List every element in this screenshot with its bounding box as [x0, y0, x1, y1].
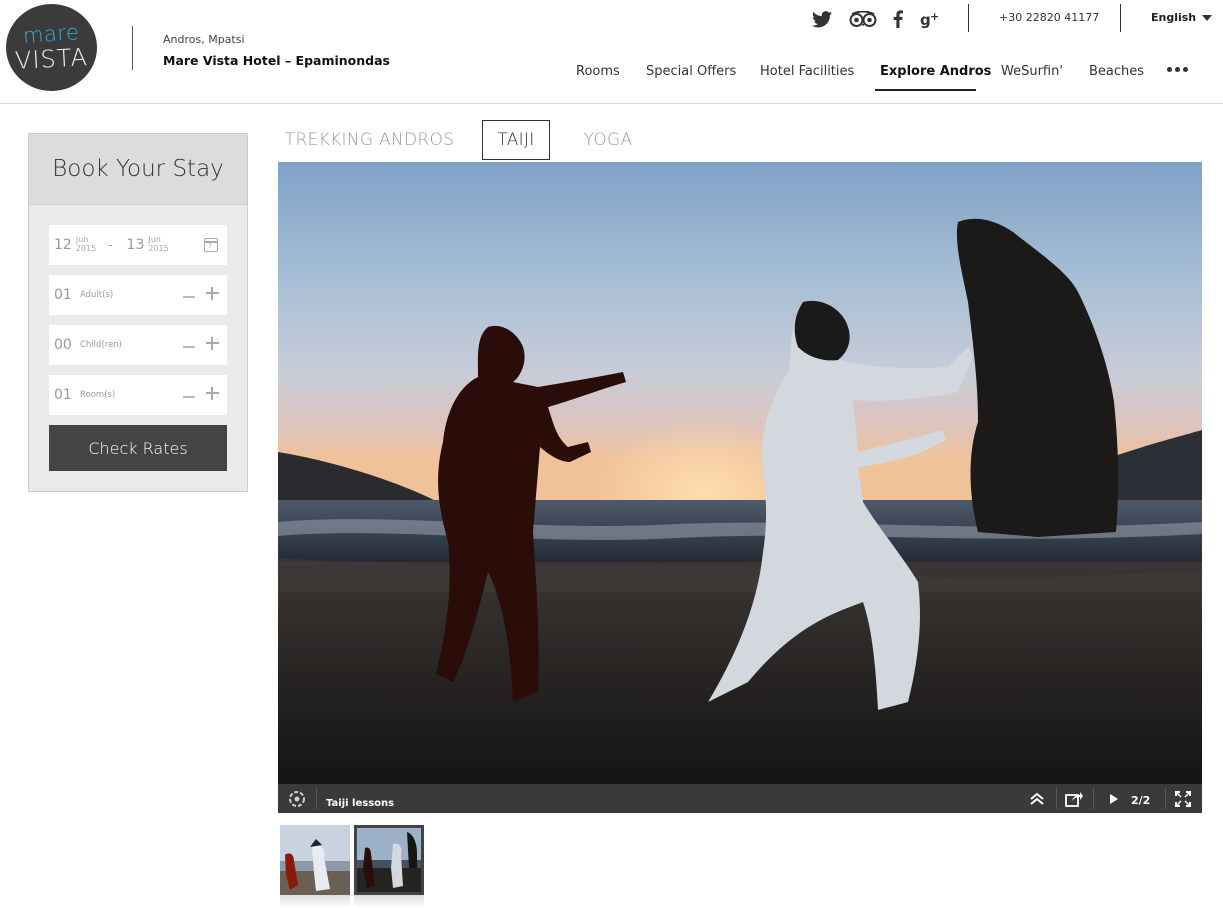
toolbar-divider — [1165, 788, 1166, 809]
thumbnail-reflection — [280, 895, 350, 908]
gallery-thumbnail-2[interactable] — [354, 825, 424, 895]
more-dots-icon[interactable] — [1167, 67, 1188, 72]
minus-icon[interactable] — [183, 296, 195, 298]
adults-label: Adult(s) — [80, 290, 114, 300]
tripadvisor-icon[interactable] — [849, 8, 877, 30]
nav-explore-andros[interactable]: Explore Andros — [880, 64, 991, 79]
chevron-down-icon — [1202, 14, 1213, 21]
phone-number[interactable]: +30 22820 41177 — [999, 11, 1099, 24]
topbar-divider — [1120, 4, 1121, 32]
children-count: 00 — [54, 337, 72, 353]
checkin-month-year: Jun 2015 — [75, 235, 97, 254]
collapse-up-icon[interactable] — [1027, 789, 1047, 809]
fullscreen-icon[interactable] — [1173, 789, 1193, 809]
gallery-toolbar: Taiji lessons 2/2 — [278, 784, 1202, 813]
topbar-divider — [968, 4, 969, 32]
nav-special-offers[interactable]: Special Offers — [646, 64, 736, 79]
minus-icon[interactable] — [183, 346, 195, 348]
gallery-counter: 2/2 — [1131, 794, 1151, 807]
hotel-name: Mare Vista Hotel – Epaminondas — [163, 53, 390, 68]
toolbar-divider — [1093, 788, 1094, 809]
gallery-caption: Taiji lessons — [326, 798, 395, 809]
date-range-field[interactable]: 12 Jun 2015 - 13 Jun 2015 7 — [49, 225, 227, 265]
date-separator: - — [108, 238, 113, 252]
tab-taiji[interactable]: TAIJI — [482, 120, 550, 160]
share-icon[interactable] — [1064, 789, 1084, 809]
rooms-count: 01 — [54, 387, 72, 403]
check-rates-button[interactable]: Check Rates — [49, 425, 227, 471]
minus-icon[interactable] — [183, 396, 195, 398]
play-icon[interactable] — [1104, 789, 1124, 809]
site-header: mare VISTA Andros, Mpatsi Mare Vista Hot… — [0, 0, 1223, 104]
adults-stepper — [183, 287, 219, 300]
booking-title: Book Your Stay — [29, 134, 247, 205]
plus-icon[interactable] — [206, 337, 219, 350]
toolbar-divider — [316, 788, 317, 809]
gallery-thumbnail-1[interactable] — [280, 825, 350, 895]
google-plus-icon[interactable]: g + — [919, 8, 941, 30]
language-selector[interactable]: English — [1151, 11, 1213, 24]
hotel-logo[interactable]: mare VISTA — [6, 4, 97, 91]
booking-widget: Book Your Stay 12 Jun 2015 - 13 Jun 2015… — [28, 133, 248, 492]
header-divider — [132, 26, 133, 70]
hotel-location: Andros, Mpatsi — [163, 33, 245, 46]
checkout-day: 13 — [126, 237, 145, 253]
checkin-day: 12 — [54, 237, 72, 253]
nav-rooms[interactable]: Rooms — [576, 64, 620, 79]
rooms-stepper — [183, 387, 219, 400]
logo-line-2: VISTA — [14, 43, 89, 75]
checkout-month-year: Jun 2015 — [148, 235, 169, 254]
toolbar-divider — [1056, 788, 1057, 809]
gallery-main-image[interactable] — [278, 162, 1202, 784]
nav-hotel-facilities[interactable]: Hotel Facilities — [760, 64, 854, 79]
calendar-icon[interactable]: 7 — [204, 238, 218, 252]
children-label: Child(ren) — [80, 340, 122, 350]
facebook-icon[interactable] — [892, 8, 904, 30]
active-nav-underline — [875, 89, 976, 91]
children-stepper — [183, 337, 219, 350]
plus-icon[interactable] — [206, 387, 219, 400]
twitter-icon[interactable] — [811, 8, 833, 30]
checkout-month: Jun — [148, 235, 161, 245]
thumbnail-reflection — [354, 895, 424, 908]
rooms-field[interactable]: 01 Room(s) — [49, 375, 227, 415]
nav-wesurfin[interactable]: WeSurfin' — [1001, 64, 1063, 79]
checkout-year: 2015 — [148, 244, 169, 253]
checkin-year: 2015 — [75, 244, 97, 253]
checkin-month: Jun — [75, 235, 89, 245]
adults-field[interactable]: 01 Adult(s) — [49, 275, 227, 315]
gallery-logo-icon[interactable] — [287, 789, 307, 809]
children-field[interactable]: 00 Child(ren) — [49, 325, 227, 365]
tab-yoga[interactable]: YOGA — [572, 120, 644, 160]
svg-text:+: + — [930, 10, 939, 23]
nav-beaches[interactable]: Beaches — [1089, 64, 1144, 79]
calendar-icon-day: 7 — [208, 243, 212, 250]
tab-trekking-andros[interactable]: TREKKING ANDROS — [278, 120, 461, 160]
adults-count: 01 — [54, 287, 72, 303]
plus-icon[interactable] — [206, 287, 219, 300]
rooms-label: Room(s) — [80, 390, 116, 400]
language-label: English — [1151, 11, 1197, 24]
